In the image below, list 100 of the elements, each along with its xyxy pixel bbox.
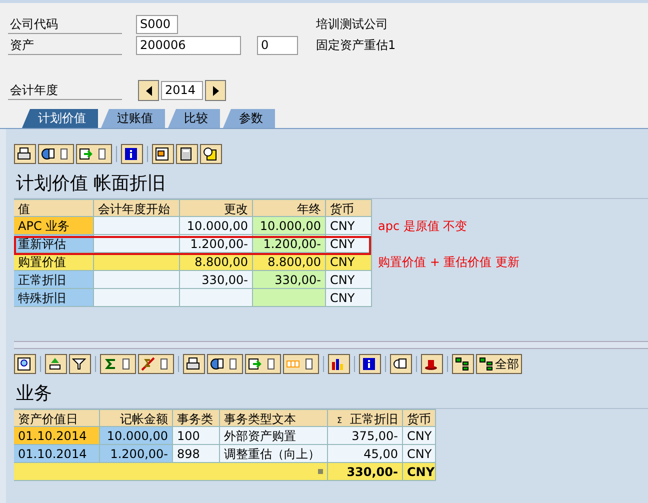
sum-icon <box>103 357 117 371</box>
table-cell: CNY <box>403 427 436 445</box>
tab[interactable]: 过账值 <box>101 109 165 128</box>
export-button[interactable] <box>76 144 112 164</box>
table-cell: 375,00- <box>328 427 403 445</box>
documents-icon <box>393 357 407 371</box>
filter-icon <box>72 357 86 371</box>
expand-all-button[interactable]: 全部 <box>476 354 522 374</box>
table-cell: 100 <box>173 427 220 445</box>
grid-icon <box>455 357 469 371</box>
table-cell: 10.000,00 <box>180 217 253 235</box>
table-cell: 45,00 <box>328 445 403 463</box>
info-icon <box>362 357 376 371</box>
next-button[interactable] <box>205 80 226 101</box>
field-label: 资产 <box>8 36 122 55</box>
print-button[interactable] <box>183 354 205 374</box>
field-label: 会计年度 <box>8 81 122 100</box>
expand-button[interactable] <box>452 354 474 374</box>
chart-button[interactable] <box>328 354 350 374</box>
documents-button[interactable] <box>390 354 412 374</box>
table-cell: 01.10.2014 <box>14 445 100 463</box>
total-marker-icon <box>318 469 323 474</box>
company-name: 培训测试公司 <box>316 16 388 33</box>
annotation: 购置价值 + 重估价值 更新 <box>378 254 520 270</box>
globe-document-icon <box>210 357 224 371</box>
annotation: apc 是原值 不变 <box>378 218 468 234</box>
table-cell: 调整重估（向上） <box>220 445 328 463</box>
table-cell: 330,00- <box>253 271 326 289</box>
column-header[interactable]: 记帐金额 <box>100 409 173 427</box>
previous-button[interactable] <box>138 80 159 101</box>
layout-button[interactable] <box>152 144 174 164</box>
column-header[interactable]: 事务类型文本 <box>220 409 328 427</box>
calculator-icon <box>179 147 193 161</box>
column-header[interactable]: 值 <box>14 199 94 217</box>
table-cell: 01.10.2014 <box>14 427 100 445</box>
subtotal-icon <box>141 357 155 371</box>
sum-button[interactable] <box>100 354 136 374</box>
column-header[interactable]: 事务类 <box>173 409 220 427</box>
sum-mark: Σ <box>336 416 342 425</box>
table-cell: 特殊折旧 <box>14 289 94 307</box>
column-header[interactable]: 更改 <box>180 199 253 217</box>
info-button[interactable] <box>121 144 143 164</box>
table-cell: CNY <box>326 271 372 289</box>
bar-chart-icon <box>331 357 345 371</box>
sort-icon <box>48 357 62 371</box>
sort-button[interactable] <box>45 354 67 374</box>
tab[interactable]: 计划价值 <box>22 109 98 128</box>
table-cell: 1.200,00- <box>100 445 173 463</box>
table-cell: 外部资产购置 <box>220 427 328 445</box>
table-cell: CNY <box>326 289 372 307</box>
calculator-button[interactable] <box>176 144 198 164</box>
tab[interactable]: 参数 <box>223 109 275 128</box>
input-field[interactable]: 0 <box>257 36 298 55</box>
table-cell: CNY <box>326 217 372 235</box>
export-button[interactable] <box>245 354 281 374</box>
hat-button[interactable] <box>421 354 443 374</box>
history-button[interactable] <box>200 144 222 164</box>
asset-description: 固定资产重估1 <box>316 37 396 54</box>
grid-icon <box>479 357 493 371</box>
layout-icon <box>155 147 169 161</box>
globe-document-icon <box>41 147 55 161</box>
column-header[interactable]: 年终 <box>253 199 326 217</box>
column-header[interactable]: Σ 正常折旧 <box>328 409 403 427</box>
subtotal-button[interactable] <box>138 354 174 374</box>
table-cell: CNY <box>403 445 436 463</box>
magnifier-icon <box>17 357 31 371</box>
year-field[interactable]: 2014 <box>161 81 203 100</box>
total-amount: 330,00- <box>328 463 403 481</box>
table-cell: 330,00- <box>180 271 253 289</box>
print-button[interactable] <box>14 144 36 164</box>
table-cell: 正常折旧 <box>14 271 94 289</box>
view-button[interactable] <box>38 144 74 164</box>
hat-icon <box>424 357 438 371</box>
table-cell: 10.000,00 <box>253 217 326 235</box>
input-field[interactable]: S000 <box>136 15 178 34</box>
details-button[interactable] <box>14 354 36 374</box>
column-header[interactable]: 货币 <box>403 409 436 427</box>
input-field[interactable]: 200006 <box>136 36 241 55</box>
info-button[interactable] <box>359 354 381 374</box>
export-icon <box>248 357 262 371</box>
info-icon <box>124 147 138 161</box>
tab[interactable]: 比较 <box>168 109 220 128</box>
left-arrow-icon <box>144 86 152 96</box>
header-text: 正常折旧 <box>350 412 398 426</box>
export-icon <box>79 147 93 161</box>
column-header[interactable]: 会计年度开始 <box>94 199 180 217</box>
field-label: 公司代码 <box>8 15 122 34</box>
right-arrow-icon <box>212 86 220 96</box>
column-header[interactable]: 货币 <box>326 199 372 217</box>
column-header[interactable]: 资产价值日 <box>14 409 100 427</box>
table-cell: 898 <box>173 445 220 463</box>
filter-button[interactable] <box>69 354 91 374</box>
table-cell: 10.000,00 <box>100 427 173 445</box>
columns-button[interactable] <box>283 354 319 374</box>
table-cell: APC 业务 <box>14 217 94 235</box>
printer-icon <box>186 357 200 371</box>
clock-icon <box>203 147 217 161</box>
view-button[interactable] <box>207 354 243 374</box>
total-currency: CNY <box>403 463 436 481</box>
printer-icon <box>17 147 31 161</box>
